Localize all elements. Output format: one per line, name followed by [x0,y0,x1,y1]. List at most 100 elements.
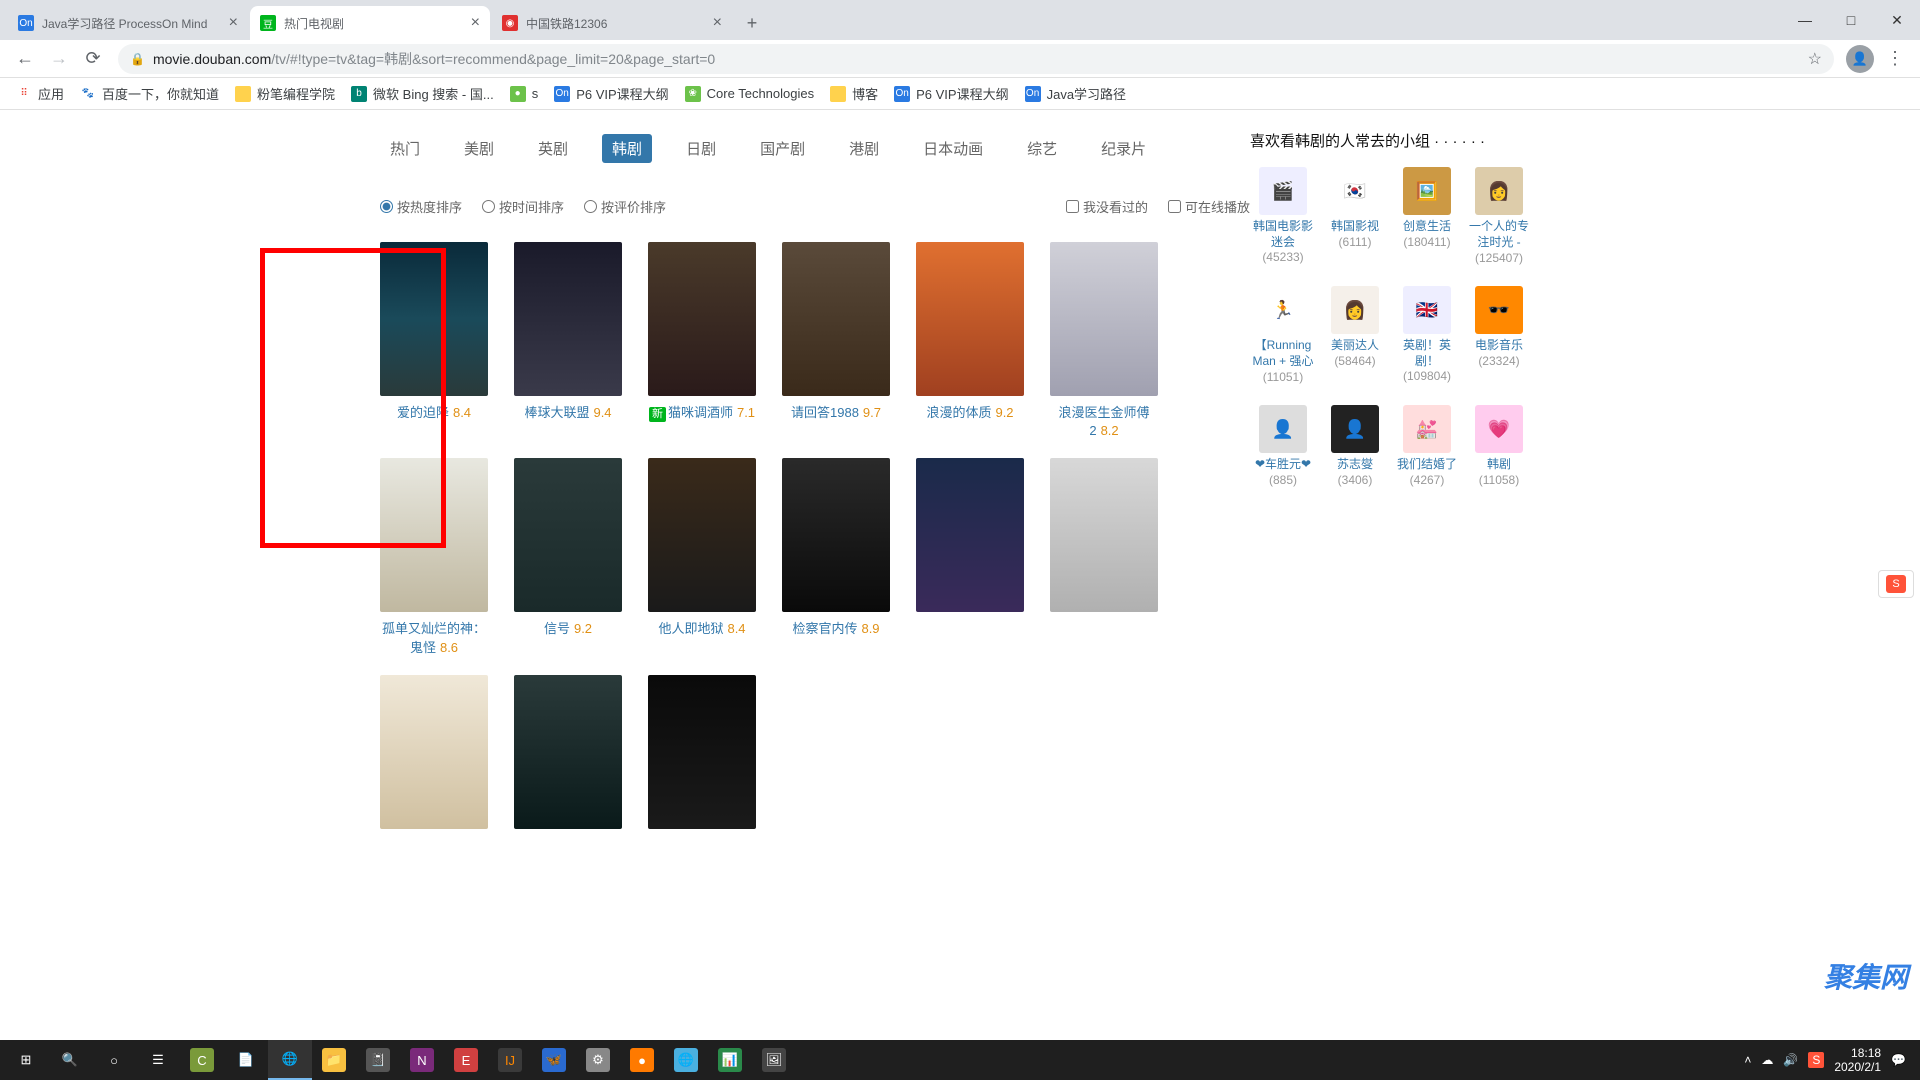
category-tab[interactable]: 国产剧 [750,134,815,163]
filter-watched-checkbox[interactable] [1066,200,1079,213]
card-poster[interactable] [782,242,890,396]
group-name-link[interactable]: ❤车胜元❤ [1250,457,1316,473]
card-poster[interactable] [916,242,1024,396]
browser-tab[interactable]: OnJava学习路径 ProcessOn Mind× [8,6,248,40]
sidebar-group[interactable]: 🎬韩国电影影迷会 (45233) [1250,167,1316,264]
tray-volume-icon[interactable]: 🔊 [1783,1053,1798,1067]
maximize-button[interactable]: □ [1828,0,1874,40]
card-poster[interactable] [514,675,622,829]
sidebar-group[interactable]: 👩美丽达人 (58464) [1322,286,1388,368]
group-name-link[interactable]: 电影音乐 [1466,338,1532,354]
card-poster[interactable] [648,458,756,612]
group-name-link[interactable]: 韩国影视 [1322,219,1388,235]
card-poster[interactable] [648,675,756,829]
category-tab[interactable]: 美剧 [454,134,504,163]
tray-cloud-icon[interactable]: ☁ [1761,1053,1773,1067]
tv-card[interactable]: 孤单又灿烂的神：鬼怪8.6 [380,458,488,656]
card-title-link[interactable]: 爱的迫降 [397,405,449,420]
tv-card[interactable]: 浪漫的体质9.2 [916,242,1024,440]
card-poster[interactable] [514,242,622,396]
new-tab-button[interactable]: + [738,9,766,37]
card-title-link[interactable]: 请回答1988 [791,405,859,420]
taskbar-app-button[interactable]: ⊞ [4,1040,48,1080]
tab-close-icon[interactable]: × [229,14,238,32]
card-poster[interactable] [916,458,1024,612]
card-poster[interactable] [648,242,756,396]
tray-notifications-icon[interactable]: 💬 [1891,1053,1906,1067]
card-poster[interactable] [782,458,890,612]
sort-radio[interactable] [380,200,393,213]
bookmark-item[interactable]: 粉笔编程学院 [227,80,343,108]
bookmark-item[interactable]: OnP6 VIP课程大纲 [886,80,1016,108]
taskbar-app-button[interactable]: ☰ [136,1040,180,1080]
sort-radio[interactable] [482,200,495,213]
sidebar-group[interactable]: 🖼️创意生活 (180411) [1394,167,1460,249]
tv-card[interactable] [1050,458,1158,656]
tv-card[interactable]: 棒球大联盟9.4 [514,242,622,440]
bookmark-item[interactable]: OnP6 VIP课程大纲 [546,80,676,108]
sidebar-group[interactable]: 👩一个人的专注时光 - 又... (125407) [1466,167,1532,265]
ime-float-button[interactable]: S [1878,570,1914,598]
taskbar-app-button[interactable]: 📊 [708,1040,752,1080]
card-poster[interactable] [380,675,488,829]
sort-option[interactable]: 按评价排序 [584,197,666,216]
tab-close-icon[interactable]: × [713,14,722,32]
group-name-link[interactable]: 英剧！英剧！ [1394,338,1460,369]
taskbar-app-button[interactable]: ⚙ [576,1040,620,1080]
sort-option[interactable]: 按时间排序 [482,197,564,216]
back-button[interactable]: ← [8,42,42,76]
sort-option[interactable]: 按热度排序 [380,197,462,216]
chrome-menu-button[interactable]: ⋮ [1878,42,1912,76]
profile-avatar[interactable]: 👤 [1846,45,1874,73]
tv-card[interactable]: 他人即地狱8.4 [648,458,756,656]
tv-card[interactable] [916,458,1024,656]
tv-card[interactable]: 信号9.2 [514,458,622,656]
group-name-link[interactable]: 韩国电影影迷会 [1250,219,1316,250]
group-name-link[interactable]: 创意生活 [1394,219,1460,235]
tab-close-icon[interactable]: × [471,14,480,32]
card-poster[interactable] [380,242,488,396]
forward-button[interactable]: → [42,42,76,76]
bookmark-item[interactable]: ❀Core Technologies [677,80,822,108]
sidebar-group[interactable]: 🏃【Running Man + 强心脏】 (11051) [1250,286,1316,384]
category-tab[interactable]: 港剧 [839,134,889,163]
card-title-link[interactable]: 孤单又灿烂的神：鬼怪 [382,621,486,654]
category-tab[interactable]: 英剧 [528,134,578,163]
tv-card[interactable] [514,675,622,829]
taskbar-app-button[interactable]: ○ [92,1040,136,1080]
card-title-link[interactable]: 猫咪调酒师 [668,405,733,420]
url-input[interactable]: 🔒 movie.douban.com/tv/#!type=tv&tag=韩剧&s… [118,44,1834,74]
group-name-link[interactable]: 一个人的专注时光 - 又... [1466,219,1532,251]
sidebar-group[interactable]: 👤苏志燮 (3406) [1322,405,1388,487]
tv-card[interactable]: 请回答19889.7 [782,242,890,440]
sidebar-group[interactable]: 🇰🇷韩国影视 (6111) [1322,167,1388,249]
group-name-link[interactable]: 苏志燮 [1322,457,1388,473]
taskbar-app-button[interactable]: N [400,1040,444,1080]
card-title-link[interactable]: 浪漫的体质 [926,405,991,420]
taskbar-app-button[interactable]: 🦋 [532,1040,576,1080]
taskbar-app-button[interactable]: E [444,1040,488,1080]
category-tab[interactable]: 日剧 [676,134,726,163]
tv-card[interactable]: 检察官内传8.9 [782,458,890,656]
tray-up-icon[interactable]: ˄ [1744,1053,1751,1067]
tv-card[interactable]: 爱的迫降8.4 [380,242,488,440]
card-title-link[interactable]: 检察官内传 [792,621,857,636]
group-name-link[interactable]: 美丽达人 [1322,338,1388,354]
reload-button[interactable]: ⟳ [76,42,110,76]
card-poster[interactable] [1050,458,1158,612]
card-poster[interactable] [380,458,488,612]
card-poster[interactable] [514,458,622,612]
sidebar-group[interactable]: 💒我们结婚了 (4267) [1394,405,1460,487]
tv-card[interactable]: 新猫咪调酒师7.1 [648,242,756,440]
card-poster[interactable] [1050,242,1158,396]
taskbar-app-button[interactable]: 🌐 [268,1040,312,1080]
bookmark-item[interactable]: ⠿应用 [8,80,72,108]
minimize-button[interactable]: — [1782,0,1828,40]
tray-clock[interactable]: 18:18 2020/2/1 [1834,1046,1881,1075]
taskbar-app-button[interactable]: IJ [488,1040,532,1080]
bookmark-item[interactable]: b微软 Bing 搜索 - 国... [343,80,502,108]
card-title-link[interactable]: 他人即地狱 [658,621,723,636]
sidebar-group[interactable]: 👤❤车胜元❤ (885) [1250,405,1316,487]
category-tab[interactable]: 热门 [380,134,430,163]
tv-card[interactable] [380,675,488,829]
